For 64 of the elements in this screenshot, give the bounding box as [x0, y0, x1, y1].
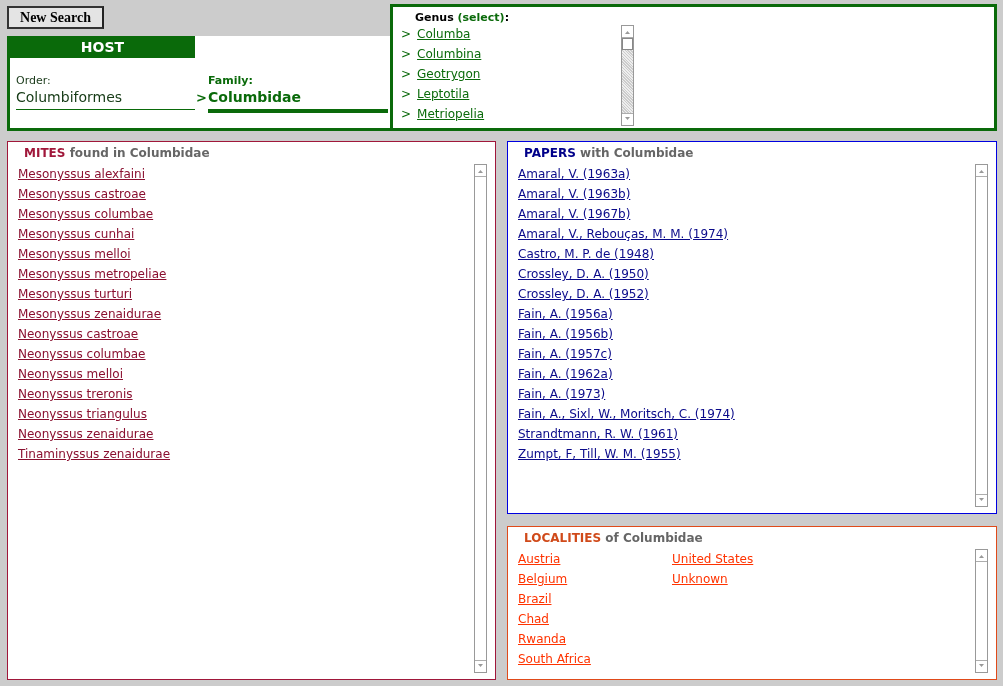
- mite-link[interactable]: Mesonyssus melloi: [18, 246, 131, 266]
- arrow-marker: >: [196, 90, 208, 105]
- genus-link[interactable]: Columba: [417, 27, 471, 41]
- mite-link[interactable]: Mesonyssus metropeliae: [18, 266, 167, 286]
- arrow-marker: >: [401, 47, 412, 61]
- paper-link[interactable]: Castro, M. P. de (1948): [518, 246, 655, 266]
- paper-link[interactable]: Fain, A. (1973): [518, 386, 606, 406]
- paper-link[interactable]: Amaral, V. (1963a): [518, 166, 631, 186]
- mite-link[interactable]: Mesonyssus zenaidurae: [18, 306, 162, 326]
- scrollbar[interactable]: [975, 549, 988, 673]
- mite-link[interactable]: Neonyssus triangulus: [18, 406, 147, 426]
- paper-link[interactable]: Strandtmann, R. W. (1961): [518, 426, 678, 446]
- arrow-marker: >: [401, 107, 412, 121]
- locality-link[interactable]: Austria: [518, 551, 561, 571]
- panel-heading: PAPERS with Columbidae: [524, 146, 695, 162]
- locality-link[interactable]: Chad: [518, 611, 549, 631]
- mite-link[interactable]: Mesonyssus castroae: [18, 186, 146, 206]
- locality-link[interactable]: Unknown: [672, 571, 728, 591]
- paper-link[interactable]: Fain, A. (1957c): [518, 346, 612, 366]
- mite-link[interactable]: Mesonyssus cunhai: [18, 226, 135, 246]
- arrow-marker: >: [401, 67, 412, 81]
- scroll-thumb[interactable]: [622, 38, 633, 50]
- paper-link[interactable]: Zumpt, F, Till, W. M. (1955): [518, 446, 681, 466]
- mite-link[interactable]: Mesonyssus turturi: [18, 286, 133, 306]
- order-label: Order:: [16, 74, 52, 87]
- mite-link[interactable]: Tinaminyssus zenaidurae: [18, 446, 171, 466]
- host-header: HOST: [10, 36, 195, 58]
- family-label: Family:: [208, 74, 254, 87]
- paper-link[interactable]: Amaral, V., Rebouças, M. M. (1974): [518, 226, 729, 246]
- paper-link[interactable]: Amaral, V. (1963b): [518, 186, 631, 206]
- mite-link[interactable]: Mesonyssus alexfaini: [18, 166, 146, 186]
- locality-link[interactable]: United States: [672, 551, 754, 571]
- scrollbar[interactable]: [474, 164, 487, 673]
- paper-link[interactable]: Fain, A. (1956a): [518, 306, 613, 326]
- mite-link[interactable]: Mesonyssus columbae: [18, 206, 154, 226]
- order-value: Columbiformes: [16, 89, 123, 105]
- mite-link[interactable]: Neonyssus columbae: [18, 346, 146, 366]
- mite-link[interactable]: Neonyssus zenaidurae: [18, 426, 154, 446]
- scrollbar[interactable]: [621, 25, 634, 126]
- locality-link[interactable]: South Africa: [518, 651, 591, 671]
- paper-link[interactable]: Fain, A. (1962a): [518, 366, 613, 386]
- paper-link[interactable]: Amaral, V. (1967b): [518, 206, 631, 226]
- mite-link[interactable]: Neonyssus castroae: [18, 326, 139, 346]
- family-value: Columbidae: [208, 89, 302, 105]
- locality-link[interactable]: Belgium: [518, 571, 568, 591]
- mite-link[interactable]: Neonyssus melloi: [18, 366, 123, 386]
- panel-heading: MITES found in Columbidae: [24, 146, 211, 162]
- paper-link[interactable]: Fain, A., Sixl, W., Moritsch, C. (1974): [518, 406, 735, 426]
- locality-link[interactable]: Brazil: [518, 591, 552, 611]
- new-search-button[interactable]: New Search: [7, 6, 104, 29]
- mite-link[interactable]: Neonyssus treronis: [18, 386, 133, 406]
- paper-link[interactable]: Crossley, D. A. (1952): [518, 286, 649, 306]
- genus-label: Genus (select):: [415, 11, 511, 24]
- genus-link[interactable]: Metriopelia: [417, 107, 485, 121]
- paper-link[interactable]: Fain, A. (1956b): [518, 326, 613, 346]
- paper-link[interactable]: Crossley, D. A. (1950): [518, 266, 649, 286]
- arrow-marker: >: [401, 27, 412, 41]
- locality-link[interactable]: Rwanda: [518, 631, 567, 651]
- panel-heading: LOCALITIES of Columbidae: [524, 531, 704, 547]
- genus-link[interactable]: Geotrygon: [417, 67, 481, 81]
- genus-link[interactable]: Columbina: [417, 47, 482, 61]
- genus-link[interactable]: Leptotila: [417, 87, 470, 101]
- scrollbar[interactable]: [975, 164, 988, 507]
- arrow-marker: >: [401, 87, 412, 101]
